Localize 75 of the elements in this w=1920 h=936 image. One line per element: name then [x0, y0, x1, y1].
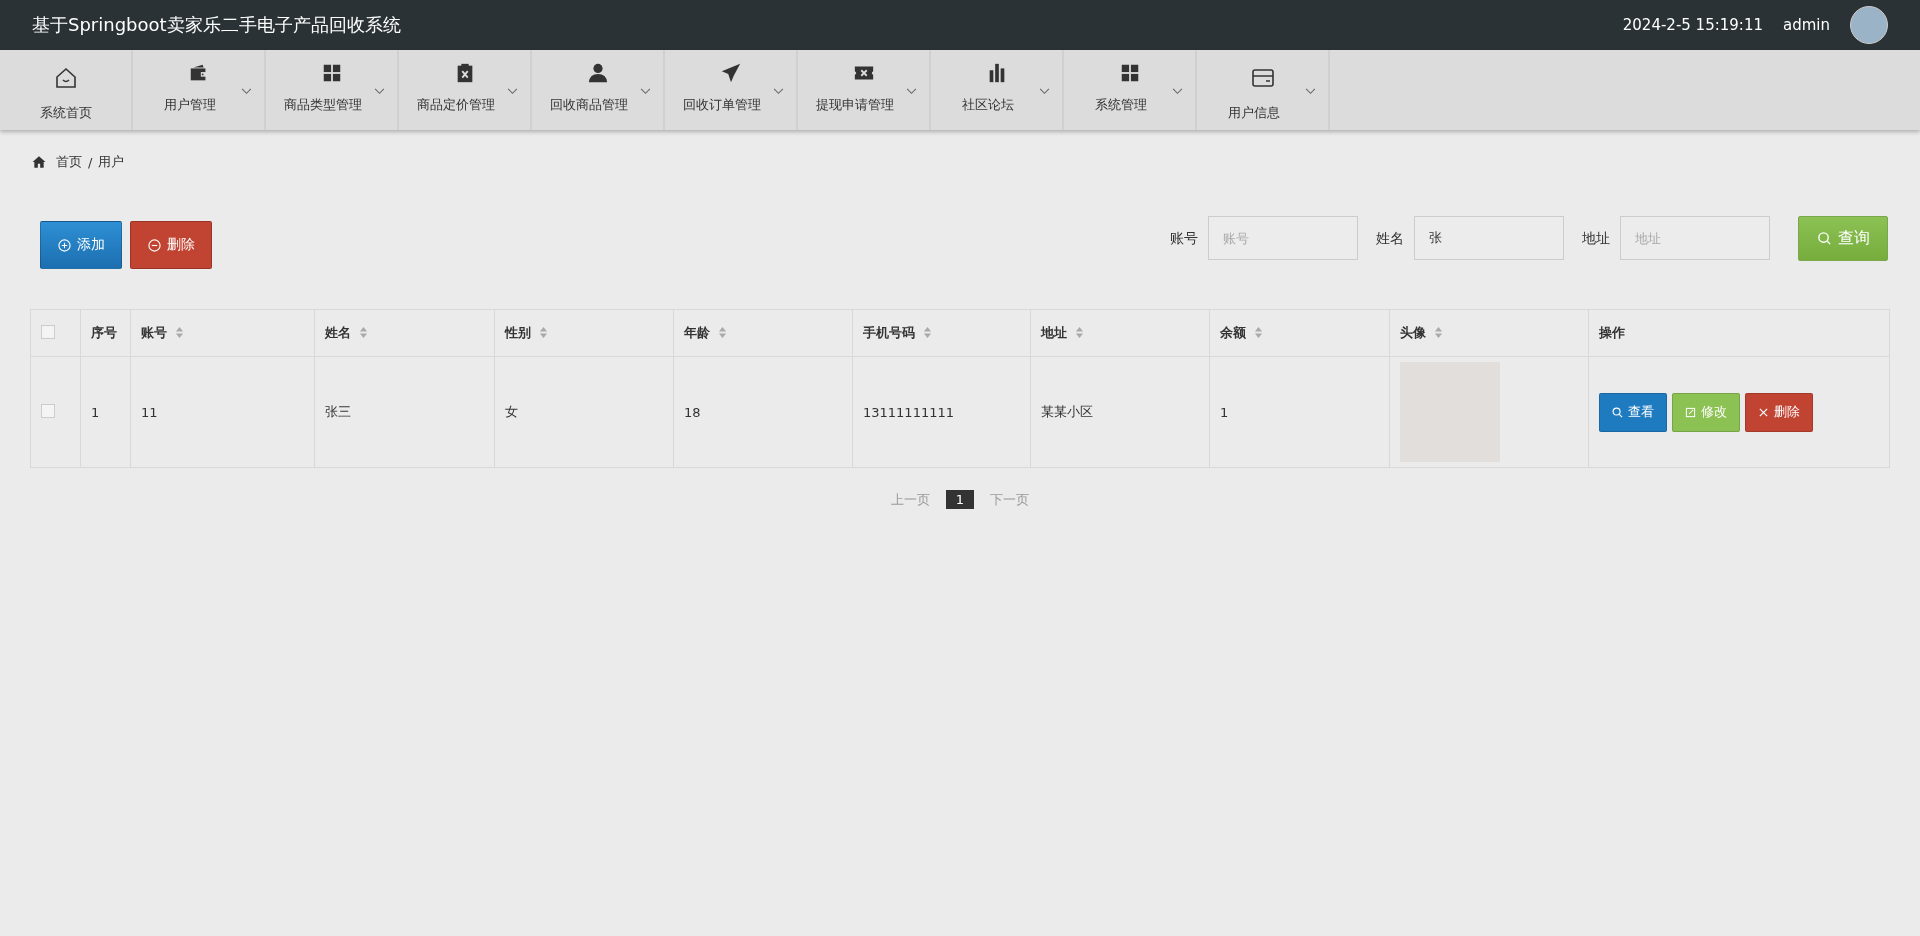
search-field[interactable]: 地址	[1620, 216, 1770, 260]
view-button[interactable]: 查看	[1599, 392, 1667, 432]
search-field[interactable]: 张	[1414, 216, 1564, 260]
table-cell: 1	[80, 356, 131, 468]
column-header[interactable]: 账号	[130, 309, 315, 357]
nav-item[interactable]: 回收商品管理	[532, 50, 665, 130]
column-header: 操作	[1588, 309, 1890, 357]
row-checkbox[interactable]	[41, 403, 55, 418]
search-icon	[1612, 406, 1623, 418]
sort-icon[interactable]	[1434, 326, 1443, 339]
nav-item[interactable]: 提现申请管理	[798, 50, 931, 130]
search-field[interactable]: 账号	[1208, 216, 1358, 260]
nav-item[interactable]: 系统首页	[0, 50, 133, 130]
nav-item[interactable]: 系统管理	[1064, 50, 1197, 130]
nav-item[interactable]: 回收订单管理	[665, 50, 798, 130]
chevron-down-icon	[374, 88, 385, 95]
nav-item[interactable]: 商品类型管理	[266, 50, 399, 130]
sort-icon[interactable]	[175, 326, 184, 339]
table-cell: 张三	[314, 356, 495, 468]
page-number[interactable]: 1	[945, 490, 975, 509]
add-button[interactable]: 添加	[40, 221, 122, 269]
sort-icon[interactable]	[539, 326, 548, 339]
username[interactable]: admin	[1783, 16, 1830, 34]
nav-item[interactable]: 用户信息	[1197, 50, 1330, 130]
table-cell: 13111111111	[852, 356, 1031, 468]
chevron-down-icon	[773, 88, 784, 95]
delete-button[interactable]: 删除	[1745, 392, 1813, 432]
edit-icon	[1685, 406, 1696, 418]
chevron-down-icon	[1305, 88, 1316, 95]
field-label: 姓名	[1376, 229, 1404, 248]
column-header[interactable]: 地址	[1030, 309, 1210, 357]
person-icon	[586, 62, 609, 84]
table-cell: 1	[1209, 356, 1390, 468]
table-cell: 18	[673, 356, 853, 468]
chevron-down-icon	[906, 88, 917, 95]
chevron-down-icon	[1039, 88, 1050, 95]
avatar-icon[interactable]	[1850, 6, 1888, 44]
sort-icon[interactable]	[1075, 326, 1084, 339]
column-header: 序号	[80, 309, 131, 357]
nav-item[interactable]: 用户管理	[133, 50, 266, 130]
nav-item[interactable]: 商品定价管理	[399, 50, 532, 130]
sort-icon[interactable]	[1254, 326, 1263, 339]
column-header[interactable]: 手机号码	[852, 309, 1031, 357]
column-header[interactable]: 姓名	[314, 309, 495, 357]
minus-circle-icon	[147, 238, 161, 252]
column-header[interactable]: 年龄	[673, 309, 853, 357]
sort-icon[interactable]	[359, 326, 368, 339]
home-icon	[53, 66, 78, 90]
sort-icon[interactable]	[923, 326, 932, 339]
nav-item[interactable]: 社区论坛	[931, 50, 1064, 130]
search-icon	[1816, 231, 1832, 246]
column-header[interactable]: 性别	[494, 309, 674, 357]
table-cell: 11	[130, 356, 315, 468]
field-label: 账号	[1170, 229, 1198, 248]
delete-button[interactable]: 删除	[130, 221, 212, 269]
close-icon	[1758, 406, 1769, 418]
home-icon	[32, 155, 46, 169]
datetime: 2024-2-5 15:19:11	[1622, 16, 1763, 34]
select-all-checkbox[interactable]	[41, 324, 55, 339]
chevron-down-icon	[640, 88, 651, 95]
breadcrumb-link[interactable]: 首页	[56, 153, 82, 171]
chevron-down-icon	[241, 88, 252, 95]
column-header[interactable]: 头像	[1389, 309, 1589, 357]
table-cell: 某某小区	[1030, 356, 1210, 468]
card-icon	[1250, 66, 1275, 90]
field-label: 地址	[1582, 229, 1610, 248]
system-title: 基于Springboot卖家乐二手电子产品回收系统	[32, 13, 401, 37]
column-header[interactable]: 余额	[1209, 309, 1390, 357]
table-cell: 女	[494, 356, 674, 468]
breadcrumb-separator: /	[88, 154, 93, 170]
breadcrumb-current: 用户	[98, 153, 125, 171]
chevron-down-icon	[1172, 88, 1183, 95]
chevron-down-icon	[507, 88, 518, 95]
sort-icon[interactable]	[718, 326, 727, 339]
plus-circle-icon	[57, 238, 71, 252]
